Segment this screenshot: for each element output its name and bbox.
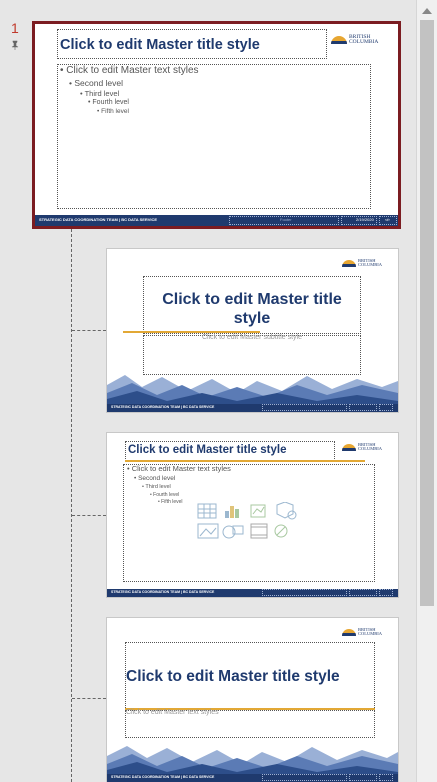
slide-thumbnail-pane[interactable]: 1 Click to edit Master title style BRITI…	[0, 0, 416, 782]
accent-line	[123, 331, 260, 333]
chart-icon	[225, 506, 239, 518]
layout-connector-line	[71, 229, 72, 782]
layout-body: Click to edit Master text styles	[126, 709, 219, 716]
slide-number-placeholder	[379, 774, 393, 781]
layout-section-header-thumbnail[interactable]: BRITISH COLUMBIA Click to edit Master ti…	[107, 618, 398, 782]
bc-logo: BRITISH COLUMBIA	[342, 627, 383, 637]
footer-placeholder	[262, 404, 347, 411]
slide-number-placeholder	[379, 589, 393, 596]
footer-date: 2/19/2020	[356, 217, 374, 222]
3d-model-icon	[276, 501, 297, 520]
body-level-4: • Fourth level	[88, 99, 129, 106]
bc-sun-icon	[342, 259, 356, 267]
accent-line	[125, 460, 365, 462]
bc-sun-icon	[342, 628, 356, 636]
logo-text-line2: COLUMBIA	[358, 446, 383, 452]
slide-footer: STRATEGIC DATA COORDINATION TEAM | BC DA…	[107, 404, 398, 412]
mountains-graphic	[107, 375, 398, 405]
footer-org-text: STRATEGIC DATA COORDINATION TEAM | BC DA…	[39, 217, 158, 222]
layout-subtitle: Click to edit Master subtitle style	[202, 334, 302, 341]
body-level-1: • Click to edit Master text styles	[127, 464, 231, 473]
body-level-2: • Second level	[134, 475, 176, 482]
footer-org-text: STRATEGIC DATA COORDINATION TEAM | BC DA…	[111, 775, 215, 779]
video-icon	[250, 523, 268, 539]
table-icon	[197, 503, 217, 519]
scroll-up-arrow-icon[interactable]	[422, 8, 432, 14]
date-placeholder	[349, 404, 377, 411]
date-placeholder	[349, 774, 377, 781]
content-insert-icons	[197, 501, 302, 547]
slide-number: 1	[11, 20, 19, 36]
body-level-5: • Fifth level	[158, 499, 183, 505]
slide-master-thumbnail[interactable]: Click to edit Master title style BRITISH…	[32, 21, 401, 229]
layout-title: Click to edit Master title style	[128, 444, 287, 456]
layout-connector-line	[72, 698, 106, 699]
body-level-1: • Click to edit Master text styles	[60, 65, 199, 76]
layout-connector-line	[72, 515, 106, 516]
bc-sun-icon	[331, 35, 347, 44]
body-level-3: • Third level	[80, 89, 120, 98]
layout-title: Click to edit Master title style	[162, 291, 342, 328]
date-placeholder	[349, 589, 377, 596]
vertical-scrollbar[interactable]	[416, 0, 437, 782]
slide-number-placeholder	[379, 404, 393, 411]
slide-footer: STRATEGIC DATA COORDINATION TEAM | BC DA…	[107, 774, 398, 782]
bc-logo: BRITISH COLUMBIA	[342, 258, 383, 268]
body-level-4: • Fourth level	[150, 492, 180, 498]
slide-footer: STRATEGIC DATA COORDINATION TEAM | BC DA…	[35, 215, 398, 226]
layout-connector-line	[72, 330, 106, 331]
layout-title-slide-thumbnail[interactable]: BRITISH COLUMBIA Click to edit Master ti…	[107, 249, 398, 412]
logo-text-line2: COLUMBIA	[349, 38, 379, 45]
layout-title: Click to edit Master title style	[126, 668, 340, 685]
footer-slide-number: ‹#›	[385, 217, 390, 222]
online-picture-icon	[222, 525, 244, 539]
footer-placeholder	[262, 589, 347, 596]
layout-title-content-thumbnail[interactable]: BRITISH COLUMBIA Click to edit Master ti…	[107, 433, 398, 597]
footer-center-text: Footer	[280, 217, 292, 222]
footer-org-text: STRATEGIC DATA COORDINATION TEAM | BC DA…	[111, 405, 215, 409]
smartart-icon	[250, 504, 266, 518]
icons-icon	[274, 524, 288, 538]
slide-footer: STRATEGIC DATA COORDINATION TEAM | BC DA…	[107, 589, 398, 597]
bc-logo: BRITISH COLUMBIA	[331, 34, 379, 45]
master-title: Click to edit Master title style	[60, 37, 260, 53]
bc-sun-icon	[342, 443, 356, 451]
footer-org-text: STRATEGIC DATA COORDINATION TEAM | BC DA…	[111, 590, 215, 594]
body-level-2: • Second level	[69, 78, 124, 88]
body-level-5: • Fifth level	[97, 108, 129, 115]
logo-text-line2: COLUMBIA	[358, 262, 383, 268]
picture-icon	[197, 523, 219, 539]
body-level-3: • Third level	[142, 484, 171, 490]
scrollbar-thumb[interactable]	[420, 20, 434, 606]
footer-placeholder	[262, 774, 347, 781]
logo-text-line2: COLUMBIA	[358, 631, 383, 637]
bc-logo: BRITISH COLUMBIA	[342, 442, 383, 452]
pin-icon	[10, 40, 20, 50]
